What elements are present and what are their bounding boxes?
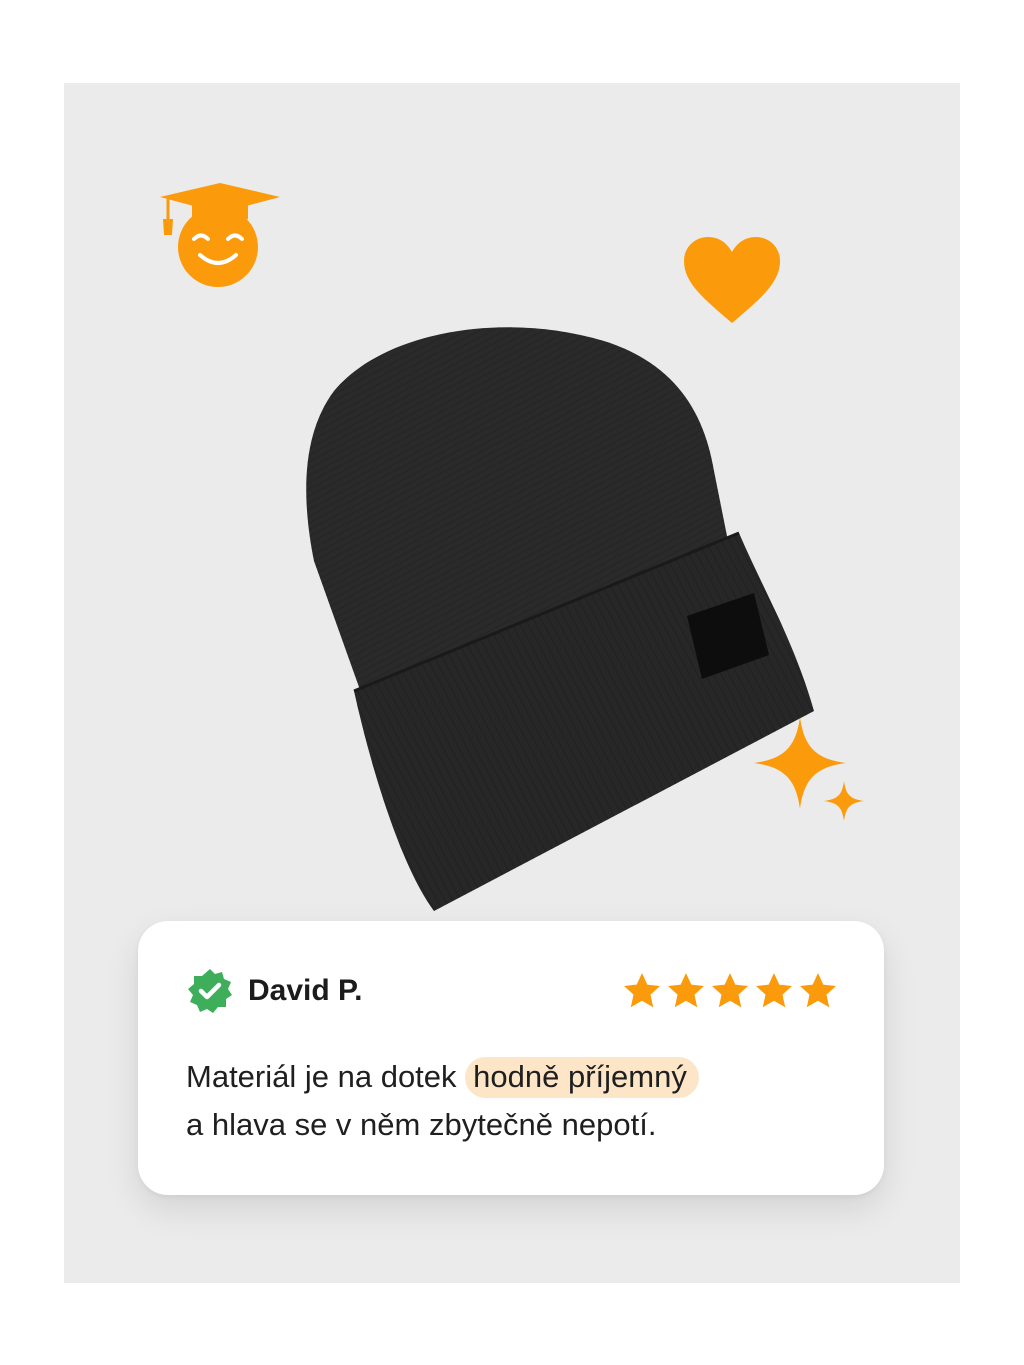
star-icon [668,973,704,1008]
reviewer-name: David P. [248,974,363,1007]
beanie-image [306,327,814,911]
review-text-highlight: hodně příjemný [465,1057,699,1098]
star-icon [756,973,792,1008]
star-icon [712,973,748,1008]
graduation-smiley-icon [160,183,280,287]
sparkle-icon [754,717,864,821]
review-text: Materiál je na dotek hodně příjemný a hla… [186,1053,838,1149]
review-text-start: Materiál je na dotek [186,1059,466,1094]
verified-badge-icon [188,969,232,1013]
star-icon [800,973,836,1008]
star-icon [624,973,660,1008]
star-rating [622,971,838,1011]
review-text-end: a hlava se v něm zbytečně nepotí. [186,1107,657,1142]
review-card: David P. Materiál je na dotek hodně příj… [138,921,884,1195]
review-header: David P. [186,965,838,1017]
